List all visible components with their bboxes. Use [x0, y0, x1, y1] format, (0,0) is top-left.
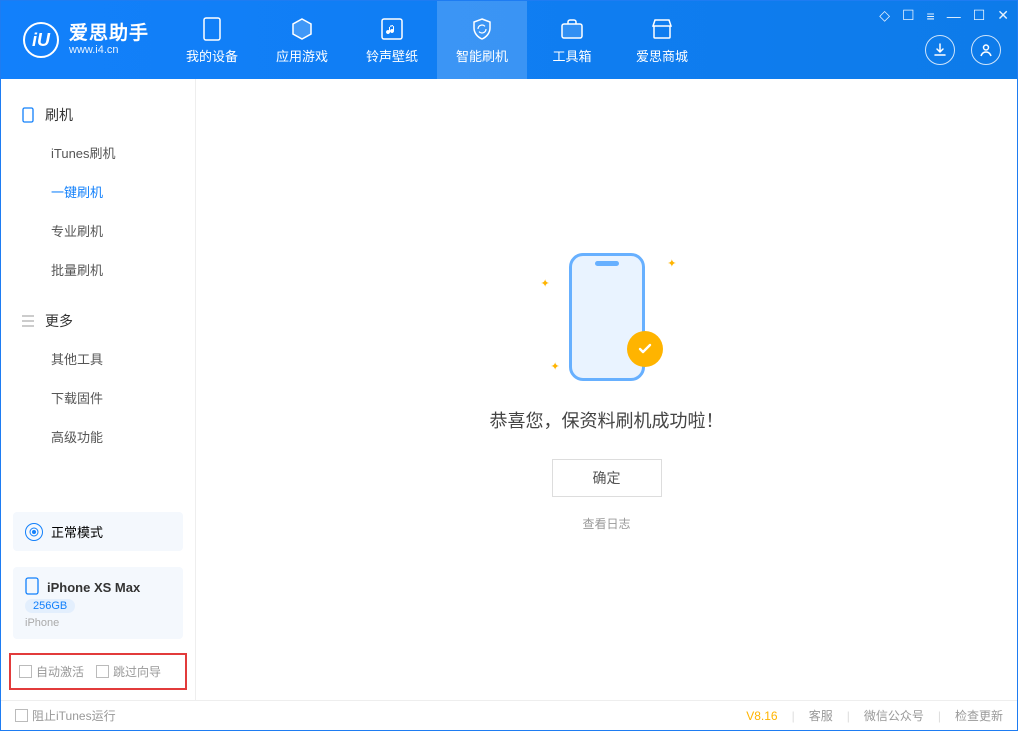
sidebar-group-more[interactable]: 更多	[1, 303, 195, 339]
tab-toolbox[interactable]: 工具箱	[527, 1, 617, 79]
tab-my-device[interactable]: 我的设备	[167, 1, 257, 79]
logo-icon: iU	[23, 22, 59, 58]
toolbox-icon	[559, 16, 585, 42]
sidebar-item-advanced[interactable]: 高级功能	[1, 417, 195, 456]
mode-box[interactable]: 正常模式	[13, 512, 183, 551]
phone-small-icon	[25, 577, 39, 595]
checkbox-block-itunes[interactable]: 阻止iTunes运行	[15, 707, 116, 724]
header-right-buttons	[925, 35, 1001, 65]
view-log-link[interactable]: 查看日志	[582, 515, 630, 532]
device-type: iPhone	[25, 617, 171, 629]
feedback-icon[interactable]: ☐	[902, 7, 915, 24]
checkbox-skip-guide[interactable]: 跳过向导	[96, 663, 161, 680]
close-icon[interactable]: ✕	[997, 7, 1009, 24]
mode-icon	[25, 523, 43, 541]
maximize-icon[interactable]: ☐	[973, 7, 986, 24]
tab-ringtones[interactable]: 铃声壁纸	[347, 1, 437, 79]
sidebar: 刷机 iTunes刷机 一键刷机 专业刷机 批量刷机 更多 其他工具 下载固件 …	[1, 79, 196, 700]
tab-smart-flash[interactable]: 智能刷机	[437, 1, 527, 79]
footer-link-kefu[interactable]: 客服	[809, 707, 833, 724]
sidebar-item-batch-flash[interactable]: 批量刷机	[1, 250, 195, 289]
phone-icon	[199, 16, 225, 42]
list-icon	[21, 314, 35, 328]
device-name: iPhone XS Max	[47, 580, 140, 595]
checkbox-auto-activate[interactable]: 自动激活	[19, 663, 84, 680]
sidebar-item-itunes-flash[interactable]: iTunes刷机	[1, 133, 195, 172]
tab-store[interactable]: 爱思商城	[617, 1, 707, 79]
app-title: 爱思助手	[69, 24, 149, 45]
sidebar-group-flash[interactable]: 刷机	[1, 97, 195, 133]
success-graphic: ✦ ✦ ✦	[537, 247, 677, 387]
footer-link-wechat[interactable]: 微信公众号	[864, 707, 924, 724]
app-subtitle: www.i4.cn	[69, 44, 149, 56]
sidebar-item-other-tools[interactable]: 其他工具	[1, 339, 195, 378]
skin-icon[interactable]: ◇	[879, 7, 890, 24]
sidebar-item-oneclick-flash[interactable]: 一键刷机	[1, 172, 195, 211]
shop-icon	[649, 16, 675, 42]
device-outline-icon	[21, 108, 35, 122]
sparkle-icon: ✦	[551, 360, 560, 373]
main-content: ✦ ✦ ✦ 恭喜您，保资料刷机成功啦！ 确定 查看日志	[196, 79, 1017, 700]
main-tabs: 我的设备 应用游戏 铃声壁纸 智能刷机 工具箱 爱思商城	[167, 1, 707, 79]
sidebar-item-pro-flash[interactable]: 专业刷机	[1, 211, 195, 250]
sparkle-icon: ✦	[541, 277, 550, 290]
sidebar-item-download-firmware[interactable]: 下载固件	[1, 378, 195, 417]
music-icon	[379, 16, 405, 42]
device-box[interactable]: iPhone XS Max 256GB iPhone	[13, 567, 183, 639]
download-button[interactable]	[925, 35, 955, 65]
tab-apps-games[interactable]: 应用游戏	[257, 1, 347, 79]
app-window: iU 爱思助手 www.i4.cn 我的设备 应用游戏 铃声壁纸 智能刷机	[0, 0, 1018, 731]
mode-label: 正常模式	[51, 522, 103, 541]
options-highlight: 自动激活 跳过向导	[9, 653, 187, 690]
menu-icon[interactable]: ≡	[927, 8, 935, 24]
sparkle-icon: ✦	[667, 257, 676, 270]
cube-icon	[289, 16, 315, 42]
check-badge-icon	[627, 331, 663, 367]
body: 刷机 iTunes刷机 一键刷机 专业刷机 批量刷机 更多 其他工具 下载固件 …	[1, 79, 1017, 700]
footer-link-update[interactable]: 检查更新	[955, 707, 1003, 724]
header: iU 爱思助手 www.i4.cn 我的设备 应用游戏 铃声壁纸 智能刷机	[1, 1, 1017, 79]
minimize-icon[interactable]: —	[947, 8, 961, 24]
version-label: V8.16	[746, 709, 777, 723]
checkbox-icon	[15, 709, 28, 722]
shield-refresh-icon	[469, 16, 495, 42]
ok-button[interactable]: 确定	[552, 459, 662, 497]
footer: 阻止iTunes运行 V8.16 | 客服 | 微信公众号 | 检查更新	[1, 700, 1017, 730]
logo-area: iU 爱思助手 www.i4.cn	[1, 1, 167, 79]
user-button[interactable]	[971, 35, 1001, 65]
window-controls: ◇ ☐ ≡ — ☐ ✕	[879, 7, 1009, 24]
device-storage: 256GB	[25, 599, 75, 613]
success-message: 恭喜您，保资料刷机成功啦！	[490, 407, 724, 433]
checkbox-icon	[96, 665, 109, 678]
checkbox-icon	[19, 665, 32, 678]
